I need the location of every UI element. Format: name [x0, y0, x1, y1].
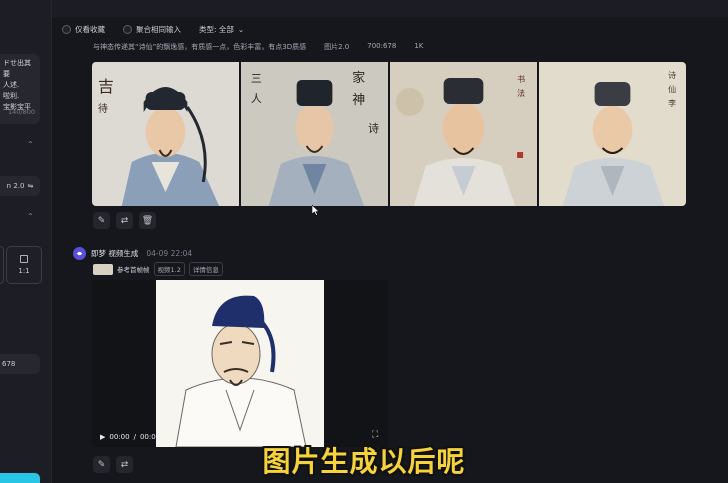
- expand-icon[interactable]: ⛶: [372, 430, 378, 440]
- pencil-icon: ✎: [97, 215, 106, 226]
- prompt-text[interactable]: 与神态传递其“诗仙”的飘逸感，有质感一点，色彩丰富，有点3D质感: [93, 42, 306, 52]
- model-tag: 视频1.2: [153, 262, 185, 276]
- video-entry-tags: 参考首帧帧 视频1.2 详情信息: [93, 262, 223, 276]
- svg-text:诗: 诗: [668, 70, 676, 80]
- chevron-up-icon[interactable]: ⌃: [27, 140, 34, 149]
- entry-author: 即梦 视频生成: [91, 249, 139, 258]
- regenerate-button[interactable]: ⇄: [116, 212, 133, 229]
- type-dropdown[interactable]: 类型: 全部 ⌄: [199, 24, 244, 35]
- generated-image-3[interactable]: 书 法: [390, 62, 537, 206]
- ratio-label: 1:1: [18, 267, 30, 275]
- radio-icon: [62, 25, 71, 34]
- generated-image-4[interactable]: 诗 仙 李: [539, 62, 686, 206]
- top-bar: [52, 0, 728, 17]
- sliders-icon: ⇋: [27, 182, 34, 190]
- prompt-preview-text: ドせ出其要 人述. 啦利. 宝影宝平: [3, 59, 31, 111]
- chevron-down-icon: ⌄: [237, 25, 245, 34]
- variant-label: 1K: [414, 42, 424, 50]
- delete-button[interactable]: 🗑: [139, 212, 156, 229]
- chevron-up-icon[interactable]: ⌃: [27, 212, 34, 221]
- generated-image-1[interactable]: 吉 待: [92, 62, 239, 206]
- image-entry-meta: 与神态传递其“诗仙”的飘逸感，有质感一点，色彩丰富，有点3D质感 图片2.0 7…: [93, 42, 423, 52]
- ratio-option[interactable]: [0, 246, 4, 284]
- svg-text:诗: 诗: [368, 121, 379, 135]
- reference-link[interactable]: 参考首帧帧: [117, 264, 150, 274]
- svg-text:法: 法: [517, 88, 525, 98]
- char-count: 140/800: [8, 108, 36, 116]
- repeat-icon: ⇄: [120, 215, 129, 226]
- entry-timestamp: 04-09 22:04: [146, 249, 193, 258]
- left-panel: ドせ出其要 人述. 啦利. 宝影宝平 140/800 ⌃ n 2.0 ⇋ ⌃ 1…: [0, 0, 52, 483]
- svg-text:仙: 仙: [668, 84, 676, 94]
- filter-bar: 仅看收藏 聚合相同输入 类型: 全部 ⌄: [62, 24, 244, 35]
- video-frame: [156, 280, 324, 447]
- detail-tag[interactable]: 详情信息: [188, 262, 223, 276]
- generated-image-2[interactable]: 三 人 家 神 诗: [241, 62, 388, 206]
- video-subtitle: 图片生成以后呢: [262, 445, 466, 478]
- favorites-label: 仅看收藏: [75, 25, 105, 34]
- size-field[interactable]: 678: [0, 354, 40, 374]
- svg-text:书: 书: [517, 74, 525, 84]
- logo-icon: [76, 251, 83, 256]
- svg-text:三: 三: [251, 72, 262, 85]
- avatar: [73, 247, 86, 260]
- reference-thumbnail[interactable]: [93, 263, 113, 275]
- generated-image-grid: 吉 待 三 人 家 神 诗 书 法 诗 仙 李: [92, 62, 686, 206]
- video-player[interactable]: ▶ 00:00 / 00:0 ⛶: [92, 280, 388, 447]
- size-value: 678: [2, 360, 16, 368]
- svg-text:神: 神: [352, 93, 365, 108]
- square-icon: [20, 255, 28, 263]
- model-label: 图片2.0: [324, 43, 350, 51]
- edit-button[interactable]: ✎: [93, 212, 110, 229]
- svg-text:李: 李: [668, 98, 676, 108]
- video-entry-header: 即梦 视频生成 04-09 22:04: [73, 247, 192, 260]
- ratio-option-1-1[interactable]: 1:1: [6, 246, 42, 284]
- image-actions: ✎ ⇄ 🗑: [93, 212, 156, 229]
- mouse-cursor-icon: [312, 205, 320, 216]
- svg-text:家: 家: [352, 70, 365, 86]
- radio-icon: [123, 25, 132, 34]
- merge-label: 聚合相同输入: [136, 25, 181, 34]
- resolution-label: 700:678: [367, 42, 397, 50]
- model-version-select[interactable]: n 2.0 ⇋: [0, 176, 40, 196]
- favorites-toggle[interactable]: 仅看收藏: [62, 24, 105, 35]
- svg-text:吉: 吉: [98, 77, 114, 96]
- svg-text:待: 待: [98, 102, 108, 115]
- svg-text:人: 人: [251, 92, 262, 105]
- type-label: 类型: 全部: [199, 25, 234, 34]
- merge-toggle[interactable]: 聚合相同输入: [123, 24, 181, 35]
- model-version-label: n 2.0: [6, 182, 25, 190]
- trash-icon: 🗑: [141, 215, 154, 226]
